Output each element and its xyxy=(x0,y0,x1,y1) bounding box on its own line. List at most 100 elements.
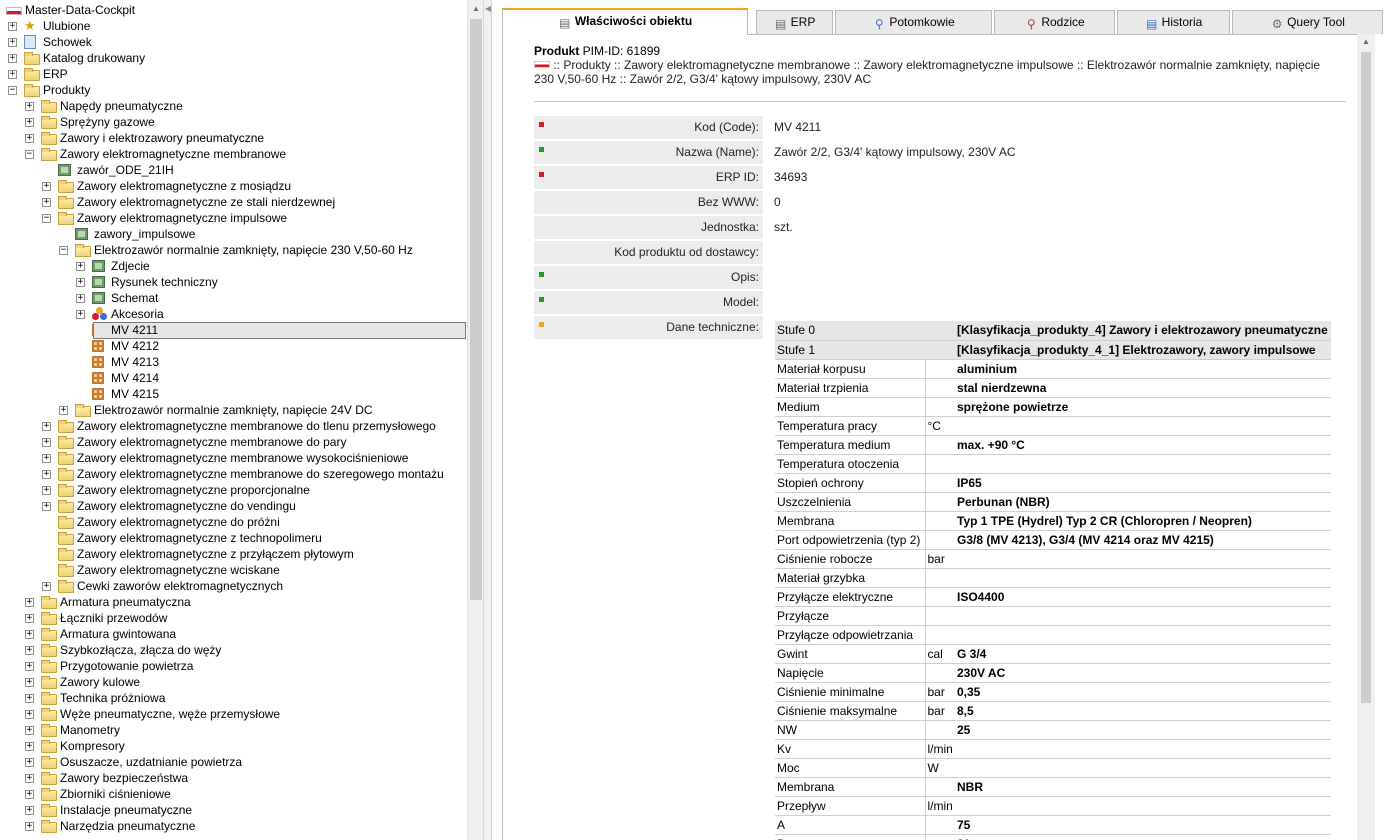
collapse-icon[interactable]: − xyxy=(42,214,51,223)
tree-item[interactable]: + Zawory elektromagnetyczne z mosiądzu xyxy=(0,178,466,194)
expand-icon[interactable]: + xyxy=(42,454,51,463)
tree-item[interactable]: + Zawory elektromagnetyczne proporcjonaln… xyxy=(0,482,466,498)
expand-icon[interactable]: + xyxy=(42,502,51,511)
tree-item[interactable]: Zawory elektromagnetyczne z technopolime… xyxy=(0,530,466,546)
tree-item[interactable]: + Katalog drukowany xyxy=(0,50,466,66)
tree-item[interactable]: + Armatura gwintowana xyxy=(0,626,466,642)
tree-item[interactable]: + Schowek xyxy=(0,34,466,50)
tree-item[interactable]: + Cewki zaworów elektromagnetycznych xyxy=(0,578,466,594)
tree-item[interactable]: Master-Data-Cockpit xyxy=(0,2,466,18)
expand-icon[interactable]: + xyxy=(42,422,51,431)
tree-item[interactable]: + Zdjecie xyxy=(0,258,466,274)
tree-item[interactable]: + Schemat xyxy=(0,290,466,306)
collapse-icon[interactable]: − xyxy=(25,150,34,159)
tree-item[interactable]: + Zawory i elektrozawory pneumatyczne xyxy=(0,130,466,146)
tree-item[interactable]: Zawory elektromagnetyczne z przyłączem p… xyxy=(0,546,466,562)
tab-w-a-ciwo-ci-obiektu[interactable]: ▤ Właściwości obiektu xyxy=(502,8,748,35)
tree-item[interactable]: + Instalacje pneumatyczne xyxy=(0,802,466,818)
expand-icon[interactable]: + xyxy=(25,694,34,703)
expand-icon[interactable]: + xyxy=(25,822,34,831)
tree-item[interactable]: MV 4212 xyxy=(0,338,466,354)
tree-item[interactable]: Zawory elektromagnetyczne wciskane xyxy=(0,562,466,578)
expand-icon[interactable]: + xyxy=(8,70,17,79)
tree-item[interactable]: + Armatura pneumatyczna xyxy=(0,594,466,610)
tree-item[interactable]: − Elektrozawór normalnie zamknięty, napię… xyxy=(0,242,466,258)
expand-icon[interactable]: + xyxy=(25,678,34,687)
expand-icon[interactable]: + xyxy=(42,582,51,591)
content-scrollbar[interactable]: ▲ xyxy=(1357,34,1375,840)
tree-item[interactable]: + Zawory bezpieczeństwa xyxy=(0,770,466,786)
tree-item[interactable]: + ERP xyxy=(0,66,466,82)
tree-item[interactable]: + Łączniki przewodów xyxy=(0,610,466,626)
expand-icon[interactable]: + xyxy=(42,198,51,207)
tree-item[interactable]: − Zawory elektromagnetyczne impulsowe xyxy=(0,210,466,226)
tree-item-selected[interactable]: MV 4211 xyxy=(0,322,466,339)
expand-icon[interactable]: + xyxy=(25,614,34,623)
tree-item[interactable]: + Szybkozłącza, złącza do węży xyxy=(0,642,466,658)
tree-scrollbar-thumb[interactable] xyxy=(470,19,482,600)
expand-icon[interactable]: + xyxy=(76,278,85,287)
tree-item[interactable]: − Produkty xyxy=(0,82,466,98)
expand-icon[interactable]: + xyxy=(8,22,17,31)
scroll-up-icon[interactable]: ▲ xyxy=(1357,37,1375,51)
scroll-up-icon[interactable]: ▲ xyxy=(468,0,483,17)
tree-item[interactable]: + Zawory elektromagnetyczne membranowe do… xyxy=(0,418,466,434)
tree-item[interactable]: + Technika próżniowa xyxy=(0,690,466,706)
tree-item[interactable]: + Zawory elektromagnetyczne membranowe do… xyxy=(0,466,466,482)
tree-item[interactable]: + Kompresory xyxy=(0,738,466,754)
expand-icon[interactable]: + xyxy=(42,182,51,191)
tree-item[interactable]: + Narzędzia pneumatyczne xyxy=(0,818,466,834)
expand-icon[interactable]: + xyxy=(25,118,34,127)
tree-item[interactable]: + Zawory kulowe xyxy=(0,674,466,690)
tree-item[interactable]: zawory_impulsowe xyxy=(0,226,466,242)
content-scrollbar-thumb[interactable] xyxy=(1361,52,1371,703)
tree-scrollbar[interactable]: ▲ xyxy=(467,0,483,840)
expand-icon[interactable]: + xyxy=(25,134,34,143)
tree-item[interactable]: + Zawory elektromagnetyczne membranowe do… xyxy=(0,434,466,450)
tree-item[interactable]: + Zawory elektromagnetyczne do vendingu xyxy=(0,498,466,514)
expand-icon[interactable]: + xyxy=(25,742,34,751)
expand-icon[interactable]: + xyxy=(76,262,85,271)
tree-item[interactable]: − Zawory elektromagnetyczne membranowe xyxy=(0,146,466,162)
tree-item[interactable]: zawór_ODE_21IH xyxy=(0,162,466,178)
tree-item[interactable]: + Węże pneumatyczne, węże przemysłowe xyxy=(0,706,466,722)
collapse-icon[interactable]: − xyxy=(8,86,17,95)
tab-potomkowie[interactable]: ⚲ Potomkowie xyxy=(835,10,992,34)
tree-item[interactable]: MV 4214 xyxy=(0,370,466,386)
tree-item[interactable]: + Elektrozawór normalnie zamknięty, napię… xyxy=(0,402,466,418)
tree-item[interactable]: + Sprężyny gazowe xyxy=(0,114,466,130)
tree-item[interactable]: + Rysunek techniczny xyxy=(0,274,466,290)
tree-item[interactable]: + Zawory elektromagnetyczne ze stali nier… xyxy=(0,194,466,210)
collapse-icon[interactable]: − xyxy=(59,246,68,255)
expand-icon[interactable]: + xyxy=(25,710,34,719)
tree-item[interactable]: + Zawory elektromagnetyczne membranowe wy… xyxy=(0,450,466,466)
collapse-left-icon[interactable]: ◀ xyxy=(485,4,491,13)
tab-rodzice[interactable]: ⚲ Rodzice xyxy=(994,10,1115,34)
expand-icon[interactable]: + xyxy=(25,790,34,799)
tab-query-tool[interactable]: ⚙ Query Tool xyxy=(1232,10,1383,34)
expand-icon[interactable]: + xyxy=(25,758,34,767)
expand-icon[interactable]: + xyxy=(8,38,17,47)
tree-item[interactable]: + Napędy pneumatyczne xyxy=(0,98,466,114)
expand-icon[interactable]: + xyxy=(76,294,85,303)
tree-item[interactable]: + Zbiorniki ciśnieniowe xyxy=(0,786,466,802)
tree-item[interactable]: MV 4213 xyxy=(0,354,466,370)
tab-historia[interactable]: ▤ Historia xyxy=(1117,10,1230,34)
expand-icon[interactable]: + xyxy=(76,310,85,319)
expand-icon[interactable]: + xyxy=(25,598,34,607)
tree-item[interactable]: + ★ Ulubione xyxy=(0,18,466,34)
expand-icon[interactable]: + xyxy=(42,438,51,447)
expand-icon[interactable]: + xyxy=(59,406,68,415)
tree-item[interactable]: MV 4215 xyxy=(0,386,466,402)
tree-item[interactable]: + Akcesoria xyxy=(0,306,466,322)
expand-icon[interactable]: + xyxy=(25,102,34,111)
expand-icon[interactable]: + xyxy=(25,774,34,783)
expand-icon[interactable]: + xyxy=(25,646,34,655)
expand-icon[interactable]: + xyxy=(8,54,17,63)
panel-splitter[interactable]: ◀ xyxy=(483,0,492,840)
tree-item[interactable]: + Osuszacze, uzdatnianie powietrza xyxy=(0,754,466,770)
expand-icon[interactable]: + xyxy=(25,630,34,639)
expand-icon[interactable]: + xyxy=(25,662,34,671)
expand-icon[interactable]: + xyxy=(42,470,51,479)
tree-item[interactable]: Zawory elektromagnetyczne do próżni xyxy=(0,514,466,530)
